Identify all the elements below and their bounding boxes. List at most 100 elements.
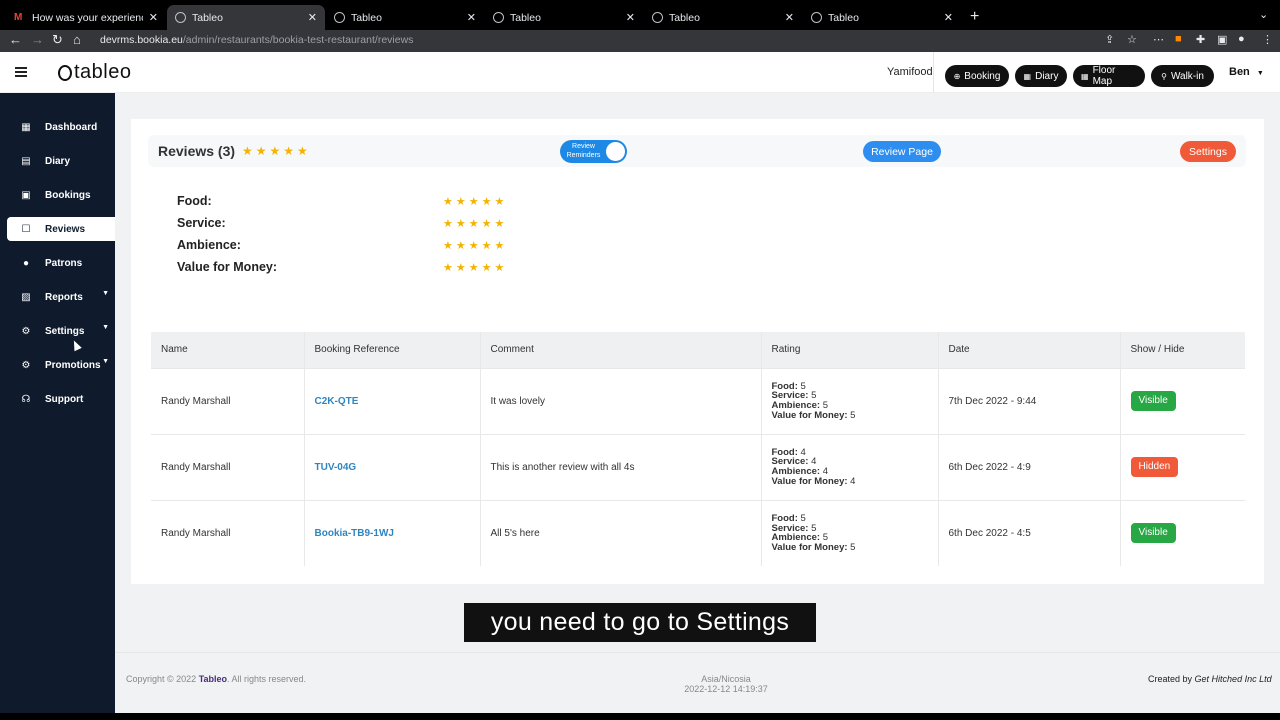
cell-status: Visible	[1120, 499, 1245, 566]
cell-status: Visible	[1120, 367, 1245, 434]
browser-tab[interactable]: Tableo ✕	[803, 5, 961, 30]
table-header-row: Name Booking Reference Comment Rating Da…	[151, 332, 1245, 368]
cell-rating: Food: 4 Service: 4 Ambience: 4 Value for…	[761, 433, 939, 500]
user-menu[interactable]: Ben ▼	[1229, 66, 1264, 78]
settings-button[interactable]: Settings	[1180, 141, 1236, 162]
back-arrow-icon[interactable]: ←	[9, 32, 22, 47]
kebab-menu-icon[interactable]: ⋮	[1262, 33, 1273, 46]
booking-button[interactable]: ⊕ Booking	[945, 65, 1009, 87]
plus-circle-icon: ⊕	[953, 71, 961, 81]
calendar-icon: ▤	[21, 155, 31, 167]
browser-tab[interactable]: Tableo ✕	[326, 5, 484, 30]
loading-icon	[811, 12, 822, 23]
profile-avatar-icon[interactable]: ●	[1238, 33, 1245, 45]
review-page-button[interactable]: Review Page	[863, 141, 941, 162]
footer-divider	[115, 652, 1280, 653]
walk-in-button[interactable]: ⚲ Walk-in	[1151, 65, 1214, 87]
sidebar-item-dashboard[interactable]: ▦ Dashboard	[7, 115, 115, 139]
url-field[interactable]: devrms.bookia.eu/admin/restaurants/booki…	[100, 34, 413, 46]
reload-icon[interactable]: ↻	[52, 32, 63, 48]
caret-down-icon: ▼	[102, 290, 109, 297]
close-icon[interactable]: ✕	[467, 11, 476, 24]
share-icon[interactable]: ⇪	[1105, 33, 1114, 46]
more-dots-icon[interactable]: ⋯	[1153, 33, 1164, 46]
person-icon: ●	[22, 257, 30, 269]
sidebar-panel-icon[interactable]: ▣	[1217, 33, 1227, 46]
booking-ref-link[interactable]: C2K-QTE	[315, 396, 359, 407]
booking-ref-link[interactable]: TUV-04G	[315, 462, 357, 473]
caret-down-icon: ▼	[102, 324, 109, 331]
sidebar-item-patrons[interactable]: ● Patrons	[7, 251, 115, 275]
cell-booking-ref: TUV-04G	[304, 433, 481, 500]
browser-tab[interactable]: M How was your experience at Bo ✕	[6, 5, 166, 30]
cell-status: Hidden	[1120, 433, 1245, 500]
bookmark-star-icon[interactable]: ☆	[1127, 33, 1137, 46]
cell-name: Randy Marshall	[151, 367, 305, 434]
close-icon[interactable]: ✕	[308, 11, 317, 24]
category-stars-ambience: ★★★★★	[443, 240, 508, 252]
sidebar-item-reports[interactable]: ▨ Reports ▼	[7, 285, 115, 309]
category-label-service: Service:	[177, 216, 226, 230]
column-header-show-hide[interactable]: Show / Hide	[1120, 332, 1245, 368]
visibility-toggle-button[interactable]: Hidden	[1130, 457, 1179, 477]
extension-icon[interactable]: ■	[1175, 33, 1182, 45]
close-icon[interactable]: ✕	[944, 11, 953, 24]
browser-tab-active[interactable]: Tableo ✕	[167, 5, 325, 30]
video-caption: you need to go to Settings	[464, 603, 816, 642]
column-header-date[interactable]: Date	[938, 332, 1121, 368]
sidebar-item-reviews[interactable]: ☐ Reviews	[7, 217, 115, 241]
loading-icon	[493, 12, 504, 23]
close-icon[interactable]: ✕	[785, 11, 794, 24]
footer-brand-link[interactable]: Tableo	[199, 674, 227, 684]
cell-comment: All 5's here	[480, 499, 762, 566]
cell-date: 6th Dec 2022 - 4:5	[938, 499, 1121, 566]
gmail-icon: M	[14, 12, 23, 23]
home-icon[interactable]: ⌂	[73, 32, 81, 47]
visibility-toggle-button[interactable]: Visible	[1130, 523, 1176, 544]
table-row: Randy Marshall Bookia-TB9-1WJ All 5's he…	[151, 499, 1245, 566]
category-stars-value: ★★★★★	[443, 262, 508, 274]
browser-tab[interactable]: Tableo ✕	[485, 5, 643, 30]
cell-booking-ref: Bookia-TB9-1WJ	[304, 499, 481, 566]
sidebar-item-support[interactable]: ☊ Support	[7, 387, 115, 411]
visibility-toggle-button[interactable]: Visible	[1130, 391, 1176, 411]
footer-timezone: Asia/Nicosia 2022-12-12 14:19:37	[684, 674, 768, 694]
table-row: Randy Marshall TUV-04G This is another r…	[151, 433, 1245, 500]
caret-down-icon: ▼	[1256, 70, 1264, 77]
close-icon[interactable]: ✕	[149, 11, 158, 24]
reviews-table: Name Booking Reference Comment Rating Da…	[151, 332, 1245, 566]
cell-date: 6th Dec 2022 - 4:9	[938, 433, 1121, 500]
browser-tab[interactable]: Tableo ✕	[644, 5, 802, 30]
caret-down-icon: ▼	[102, 358, 109, 365]
puzzle-icon[interactable]: ✚	[1196, 33, 1205, 46]
column-header-comment[interactable]: Comment	[480, 332, 762, 368]
dashboard-icon: ▦	[21, 121, 31, 133]
footer-copyright: Copyright © 2022 Tableo. All rights rese…	[126, 674, 307, 684]
hamburger-menu-icon[interactable]	[15, 67, 27, 77]
address-bar: ← → ↻ ⌂ devrms.bookia.eu/admin/restauran…	[0, 30, 1280, 52]
forward-arrow-icon[interactable]: →	[31, 32, 44, 47]
new-tab-icon[interactable]: +	[970, 8, 979, 26]
diary-button[interactable]: ▦ Diary	[1015, 65, 1067, 87]
booking-ref-link[interactable]: Bookia-TB9-1WJ	[315, 528, 394, 539]
sidebar-item-diary[interactable]: ▤ Diary	[7, 149, 115, 173]
table-row: Randy Marshall C2K-QTE It was lovely Foo…	[151, 367, 1245, 434]
restaurant-name[interactable]: Yamifood	[887, 66, 933, 78]
close-icon[interactable]: ✕	[626, 11, 635, 24]
column-header-name[interactable]: Name	[151, 332, 305, 368]
sidebar-item-bookings[interactable]: ▣ Bookings	[7, 183, 115, 207]
column-header-rating[interactable]: Rating	[761, 332, 939, 368]
review-reminders-toggle[interactable]: Review Reminders	[560, 140, 627, 163]
footer-created-by: Created by Get Hitched Inc Ltd	[1148, 674, 1272, 684]
walking-person-icon: ⚲	[1161, 71, 1167, 81]
reviews-icon: ☐	[21, 223, 31, 235]
column-header-booking-reference[interactable]: Booking Reference	[304, 332, 481, 368]
tableo-logo[interactable]: tableo	[58, 61, 132, 84]
page-title: Reviews (3)	[158, 143, 236, 159]
cell-name: Randy Marshall	[151, 433, 305, 500]
chart-icon: ▨	[21, 291, 31, 303]
chevron-down-icon[interactable]: ⌄	[1259, 8, 1268, 21]
sidebar-item-settings[interactable]: ⚙ Settings ▼	[7, 319, 115, 343]
sidebar-item-promotions[interactable]: ⚙ Promotions ▼	[7, 353, 115, 377]
floor-map-button[interactable]: ▦ Floor Map	[1073, 65, 1145, 87]
